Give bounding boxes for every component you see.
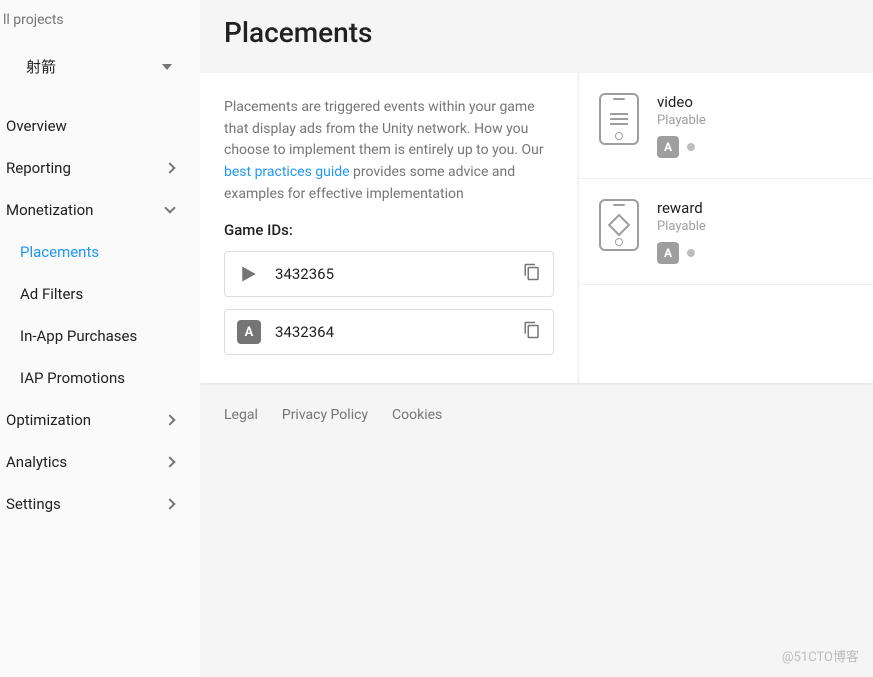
nav: Overview Reporting Monetization Placemen… <box>0 105 200 525</box>
game-id-row-google: 3432365 <box>224 251 554 297</box>
google-play-icon <box>237 262 261 286</box>
placement-info: video Playable A <box>657 93 873 158</box>
status-dot-icon <box>687 249 695 257</box>
sidebar: ll projects 射箭 Overview Reporting Moneti… <box>0 0 200 677</box>
nav-label: Ad Filters <box>20 285 83 303</box>
nav-optimization[interactable]: Optimization <box>0 399 200 441</box>
nav-label: Placements <box>20 243 99 261</box>
phone-rewarded-icon <box>599 199 639 251</box>
all-projects-link[interactable]: ll projects <box>0 6 200 46</box>
placements-list: video Playable A reward Playable <box>578 73 873 383</box>
nav-label: Settings <box>6 495 61 513</box>
info-text-part1: Placements are triggered events within y… <box>224 99 544 158</box>
chevron-right-icon <box>164 414 175 425</box>
best-practices-link[interactable]: best practices guide <box>224 164 350 180</box>
placement-subtitle: Playable <box>657 219 873 234</box>
footer-legal-link[interactable]: Legal <box>224 407 258 423</box>
placement-info: reward Playable A <box>657 199 873 264</box>
info-card: Placements are triggered events within y… <box>200 73 578 383</box>
badge-a-icon: A <box>657 242 679 264</box>
app-store-icon: A <box>237 320 261 344</box>
chevron-down-icon <box>164 202 175 213</box>
content-row: Placements are triggered events within y… <box>200 73 873 383</box>
placement-title: reward <box>657 199 873 217</box>
nav-label: In-App Purchases <box>20 327 137 345</box>
nav-label: Optimization <box>6 411 91 429</box>
chevron-right-icon <box>164 162 175 173</box>
caret-down-icon <box>162 64 172 70</box>
game-id-row-apple: A 3432364 <box>224 309 554 355</box>
main: Placements Placements are triggered even… <box>200 0 873 677</box>
badge-a-icon: A <box>657 136 679 158</box>
nav-iap-promotions[interactable]: IAP Promotions <box>0 357 200 399</box>
chevron-right-icon <box>164 498 175 509</box>
nav-settings[interactable]: Settings <box>0 483 200 525</box>
nav-analytics[interactable]: Analytics <box>0 441 200 483</box>
placement-subtitle: Playable <box>657 113 873 128</box>
info-text: Placements are triggered events within y… <box>224 97 554 205</box>
nav-placements[interactable]: Placements <box>0 231 200 273</box>
nav-label: Analytics <box>6 453 67 471</box>
nav-monetization[interactable]: Monetization <box>0 189 200 231</box>
placement-row[interactable]: video Playable A <box>579 73 873 179</box>
copy-button[interactable] <box>523 321 541 343</box>
nav-in-app-purchases[interactable]: In-App Purchases <box>0 315 200 357</box>
game-ids-label: Game IDs: <box>224 221 554 239</box>
placement-title: video <box>657 93 873 111</box>
placement-badges: A <box>657 136 873 158</box>
nav-overview[interactable]: Overview <box>0 105 200 147</box>
nav-label: Overview <box>6 117 67 135</box>
copy-button[interactable] <box>523 263 541 285</box>
page-title: Placements <box>200 0 873 73</box>
placement-badges: A <box>657 242 873 264</box>
project-name: 射箭 <box>26 56 56 77</box>
footer-cookies-link[interactable]: Cookies <box>392 407 442 423</box>
nav-label: Monetization <box>6 201 93 219</box>
phone-video-icon <box>599 93 639 145</box>
watermark: @51CTO博客 <box>782 646 859 665</box>
game-id-value: 3432365 <box>275 265 509 283</box>
nav-label: IAP Promotions <box>20 369 125 387</box>
footer-links: Legal Privacy Policy Cookies <box>200 383 873 423</box>
nav-label: Reporting <box>6 159 71 177</box>
nav-ad-filters[interactable]: Ad Filters <box>0 273 200 315</box>
nav-reporting[interactable]: Reporting <box>0 147 200 189</box>
game-id-value: 3432364 <box>275 323 509 341</box>
placement-row[interactable]: reward Playable A <box>579 179 873 285</box>
status-dot-icon <box>687 143 695 151</box>
footer-privacy-link[interactable]: Privacy Policy <box>282 407 368 423</box>
chevron-right-icon <box>164 456 175 467</box>
project-selector[interactable]: 射箭 <box>0 46 200 87</box>
